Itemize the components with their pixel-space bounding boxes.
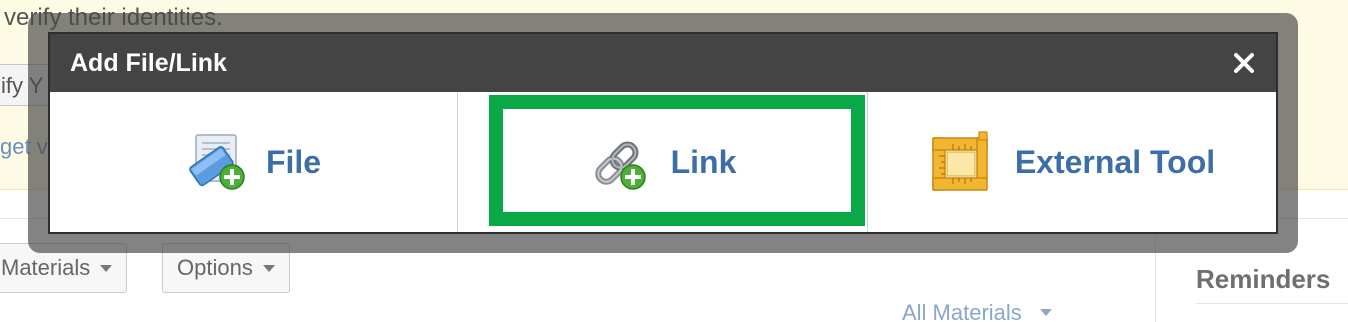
all-materials-filter[interactable]: All Materials <box>880 298 1116 322</box>
dialog-options: File Link External Tool <box>50 92 1276 232</box>
close-icon[interactable] <box>1232 51 1256 75</box>
add-file-link-dialog: Add File/Link File Link External Tool <box>48 32 1278 234</box>
add-file-option[interactable]: File <box>50 92 458 232</box>
chevron-down-icon <box>1039 309 1052 316</box>
external-tool-icon <box>932 131 988 191</box>
dialog-title: Add File/Link <box>70 48 227 77</box>
file-add-icon <box>189 134 245 190</box>
link-add-icon <box>594 141 646 190</box>
options-button-label: Options <box>177 255 253 280</box>
file-option-label: File <box>265 143 322 180</box>
link-option-label: Link <box>670 143 737 180</box>
add-external-tool-option[interactable]: External Tool <box>868 92 1276 232</box>
all-materials-label: All Materials <box>902 299 1022 322</box>
materials-button-label: Materials <box>1 255 91 280</box>
reminders-heading: Reminders <box>1196 264 1348 304</box>
chevron-down-icon <box>100 264 113 272</box>
add-link-option[interactable]: Link <box>458 92 868 232</box>
chevron-down-icon <box>262 264 275 272</box>
dialog-header: Add File/Link <box>50 34 1276 92</box>
external-tool-option-label: External Tool <box>1014 143 1216 180</box>
